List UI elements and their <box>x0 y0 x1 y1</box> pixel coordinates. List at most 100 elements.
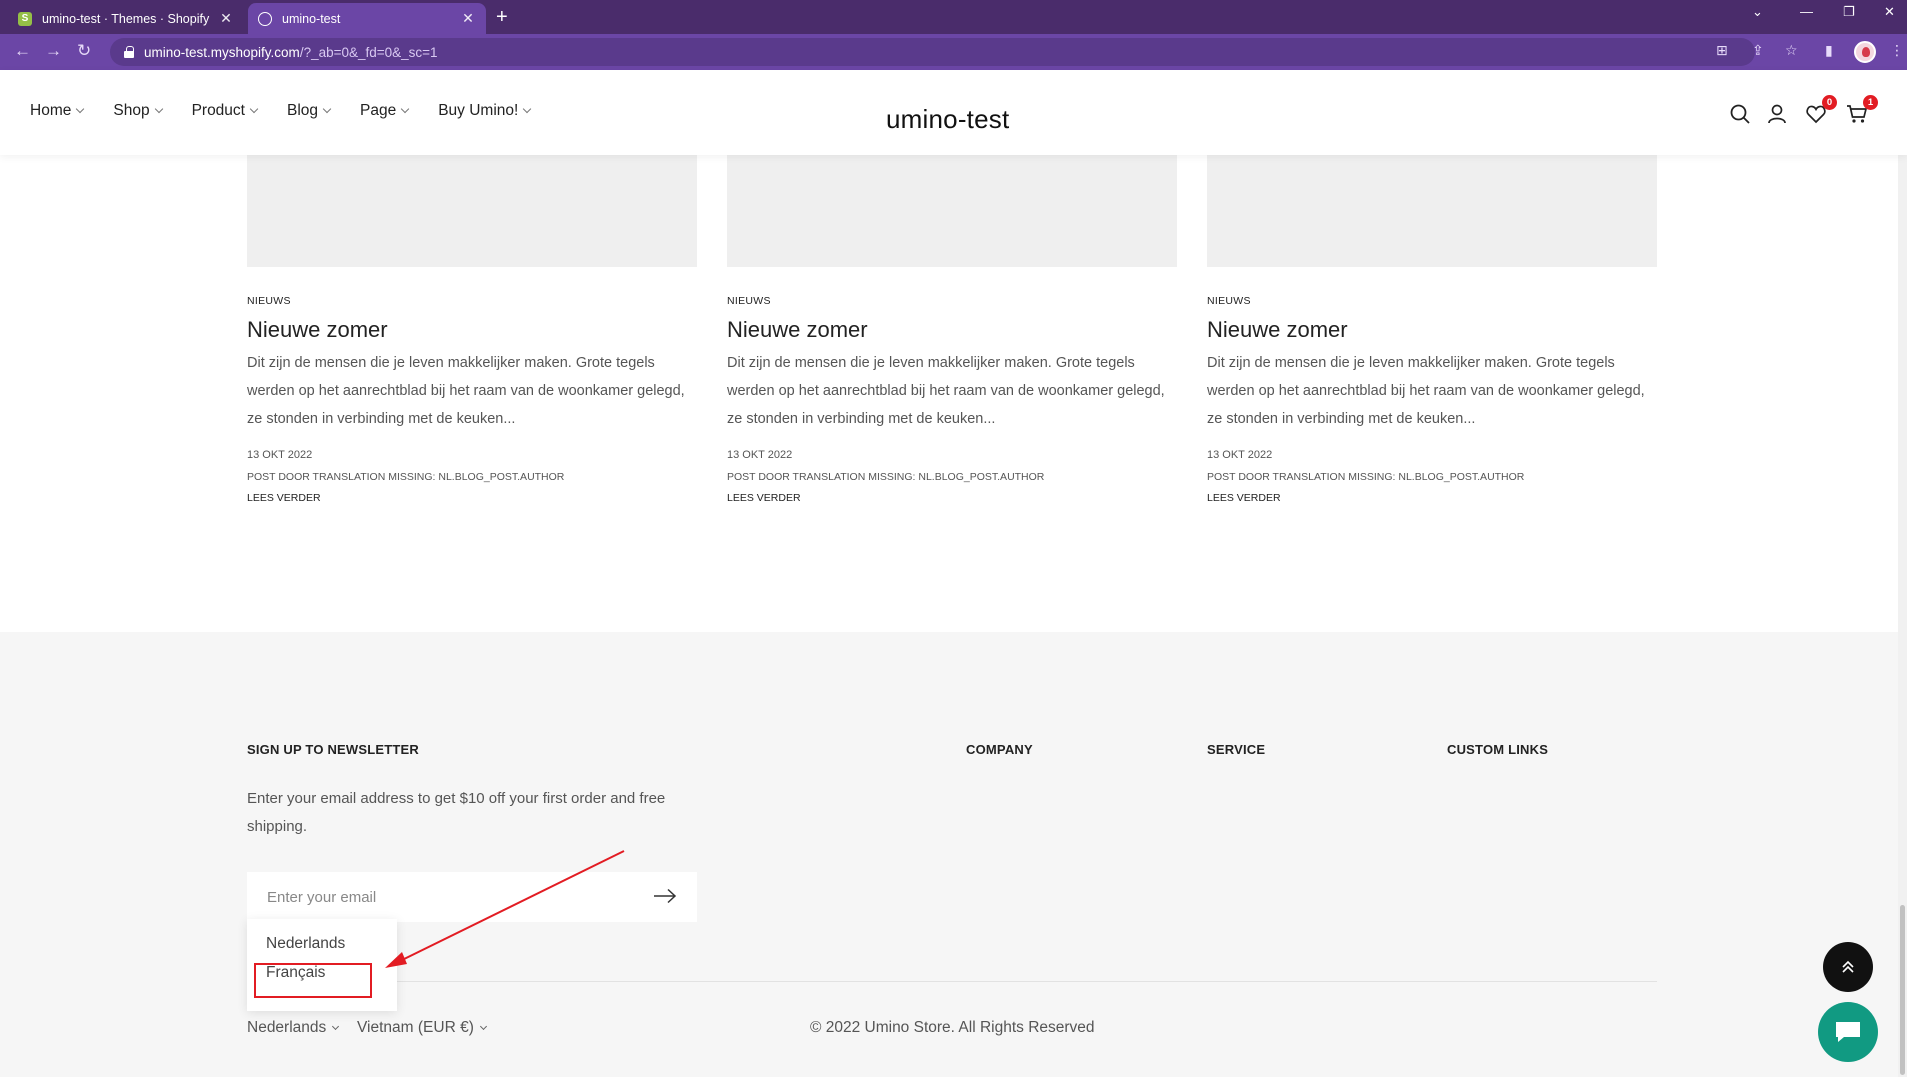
post-date: 13 OKT 2022 <box>727 449 793 461</box>
nav-page[interactable]: Page <box>360 102 410 120</box>
read-more-link[interactable]: LEES VERDER <box>727 492 1177 504</box>
chat-button[interactable] <box>1818 1002 1878 1062</box>
newsletter-form <box>247 872 697 922</box>
address-bar[interactable]: umino-test.myshopify.com/?_ab=0&_fd=0&_s… <box>110 38 1755 66</box>
post-thumbnail[interactable] <box>247 155 697 267</box>
account-icon[interactable] <box>1766 103 1788 125</box>
post-title[interactable]: Nieuwe zomer <box>247 317 697 343</box>
browser-toolbar: ← → ↻ umino-test.myshopify.com/?_ab=0&_f… <box>0 34 1907 70</box>
wishlist-count-badge: 0 <box>1822 95 1837 110</box>
read-more-link[interactable]: LEES VERDER <box>1207 492 1657 504</box>
nav-home[interactable]: Home <box>30 102 85 120</box>
cart-icon[interactable]: 1 <box>1846 95 1878 125</box>
url-host: umino-test.myshopify.com <box>144 44 300 60</box>
language-selector[interactable]: Nederlands <box>247 1019 340 1037</box>
chevron-down-icon <box>249 104 259 114</box>
bookmark-star-icon[interactable]: ☆ <box>1785 42 1798 59</box>
side-panel-icon[interactable]: ▮ <box>1825 42 1833 59</box>
newsletter-description: Enter your email address to get $10 off … <box>247 790 666 835</box>
chevron-down-icon <box>322 104 332 114</box>
shopify-icon: S <box>18 11 32 26</box>
chevron-down-icon <box>400 104 410 114</box>
back-icon[interactable]: ← <box>14 41 31 61</box>
post-excerpt: Dit zijn de mensen die je leven makkelij… <box>247 355 685 427</box>
chevron-down-icon <box>479 1022 487 1030</box>
post-tag[interactable]: NIEUWS <box>727 295 1177 307</box>
tab-close-icon[interactable]: ✕ <box>460 10 476 27</box>
blog-card: NIEUWS Nieuwe zomer Dit zijn de mensen d… <box>727 155 1177 504</box>
copyright-text: © 2022 Umino Store. All Rights Reserved <box>810 1019 1095 1036</box>
site-header: Home Shop Product Blog Page Buy Umino! u… <box>0 70 1907 155</box>
cart-count-badge: 1 <box>1863 95 1878 110</box>
reload-icon[interactable]: ↻ <box>77 41 91 61</box>
post-date: 13 OKT 2022 <box>1207 449 1273 461</box>
chevron-down-icon <box>523 104 532 114</box>
main-nav: Home Shop Product Blog Page Buy Umino! <box>30 102 560 120</box>
annotation-highlight-box <box>254 963 372 998</box>
url-path: /?_ab=0&_fd=0&_sc=1 <box>299 44 438 60</box>
scrollbar-thumb[interactable] <box>1900 905 1905 1075</box>
lock-icon <box>124 46 134 58</box>
footer-heading-service: SERVICE <box>1207 742 1266 757</box>
post-thumbnail[interactable] <box>1207 155 1657 267</box>
post-tag[interactable]: NIEUWS <box>247 295 697 307</box>
arrow-right-icon[interactable] <box>653 888 677 909</box>
post-tag[interactable]: NIEUWS <box>1207 295 1657 307</box>
chat-bubble-icon <box>1836 1022 1860 1042</box>
tab-search-icon[interactable]: ⌄ <box>1752 4 1763 20</box>
post-excerpt: Dit zijn de mensen die je leven makkelij… <box>727 355 1165 427</box>
menu-icon[interactable]: ⋮ <box>1890 42 1904 59</box>
blog-card: NIEUWS Nieuwe zomer Dit zijn de mensen d… <box>247 155 697 504</box>
footer-heading-custom-links: CUSTOM LINKS <box>1447 742 1549 757</box>
post-title[interactable]: Nieuwe zomer <box>1207 317 1657 343</box>
post-thumbnail[interactable] <box>727 155 1177 267</box>
wishlist-heart-icon[interactable]: 0 <box>1805 95 1837 125</box>
nav-label: Product <box>191 102 245 119</box>
nav-product[interactable]: Product <box>191 102 259 120</box>
email-input[interactable] <box>247 872 637 922</box>
globe-icon <box>258 11 272 26</box>
profile-avatar[interactable] <box>1854 41 1876 63</box>
post-title[interactable]: Nieuwe zomer <box>727 317 1177 343</box>
nav-label: Home <box>30 102 72 119</box>
share-icon[interactable]: ⇪ <box>1752 42 1764 59</box>
blog-card: NIEUWS Nieuwe zomer Dit zijn de mensen d… <box>1207 155 1657 504</box>
minimize-button[interactable]: — <box>1800 4 1813 19</box>
forward-icon[interactable]: → <box>45 41 62 61</box>
chevron-down-icon <box>332 1022 340 1030</box>
post-author: POST DOOR TRANSLATION MISSING: NL.BLOG_P… <box>247 471 565 483</box>
currency-selector[interactable]: Vietnam (EUR €) <box>357 1019 487 1037</box>
language-option-nederlands[interactable]: Nederlands <box>266 935 345 953</box>
translate-icon[interactable]: ⊞ <box>1716 42 1728 59</box>
read-more-link[interactable]: LEES VERDER <box>247 492 697 504</box>
search-icon[interactable] <box>1729 103 1751 125</box>
tab-title: umino-test <box>282 11 341 26</box>
post-date: 13 OKT 2022 <box>247 449 313 461</box>
currency-value: Vietnam (EUR €) <box>357 1019 474 1036</box>
tab-shopify-themes[interactable]: S umino-test · Themes · Shopify ✕ <box>8 3 244 34</box>
nav-shop[interactable]: Shop <box>113 102 163 120</box>
nav-label: Blog <box>286 102 319 119</box>
post-author: POST DOOR TRANSLATION MISSING: NL.BLOG_P… <box>727 471 1045 483</box>
scroll-to-top-button[interactable] <box>1823 942 1873 992</box>
chevron-down-icon <box>76 104 85 114</box>
nav-label: Shop <box>113 102 150 119</box>
nav-label: Page <box>360 102 397 119</box>
nav-blog[interactable]: Blog <box>286 102 332 120</box>
chevron-down-icon <box>154 104 163 114</box>
post-author: POST DOOR TRANSLATION MISSING: NL.BLOG_P… <box>1207 471 1525 483</box>
post-excerpt: Dit zijn de mensen die je leven makkelij… <box>1207 355 1645 427</box>
tab-umino-test[interactable]: umino-test ✕ <box>248 3 486 34</box>
new-tab-button[interactable]: + <box>496 6 508 28</box>
close-window-button[interactable]: ✕ <box>1884 4 1895 20</box>
site-logo[interactable]: umino-test <box>886 104 1009 135</box>
language-value: Nederlands <box>247 1019 327 1036</box>
browser-tab-bar: S umino-test · Themes · Shopify ✕ umino-… <box>0 0 1907 34</box>
footer-divider <box>247 981 1657 982</box>
footer-heading-company: COMPANY <box>966 742 1033 757</box>
restore-button[interactable]: ❐ <box>1843 4 1855 20</box>
nav-buy-umino[interactable]: Buy Umino! <box>438 102 532 120</box>
tab-close-icon[interactable]: ✕ <box>218 10 234 27</box>
nav-label: Buy Umino! <box>438 102 519 119</box>
newsletter-heading: SIGN UP TO NEWSLETTER <box>247 742 420 757</box>
